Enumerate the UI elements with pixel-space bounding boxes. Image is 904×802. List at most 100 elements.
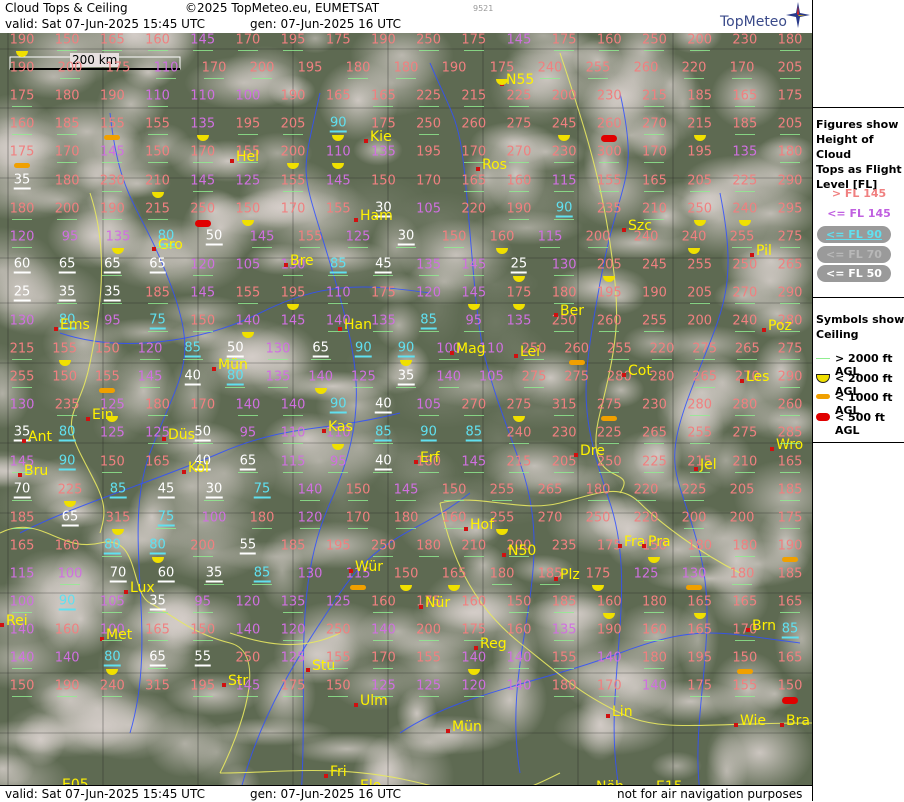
cloud-top-figure: 240: [732, 201, 758, 217]
city-marker: [450, 351, 454, 355]
ceiling-above-2000-symbol: [140, 387, 160, 389]
cloud-top-figure: 160: [506, 622, 532, 638]
ceiling-above-2000-symbol: [147, 218, 168, 220]
cloud-top-figure: 255: [489, 482, 515, 498]
cloud-top-figure: 75: [157, 509, 175, 527]
cloud-top-figure: 225: [506, 88, 532, 104]
city-marker: [54, 327, 58, 331]
city-label: Ber: [560, 303, 584, 319]
ceiling-above-2000-symbol: [102, 612, 123, 613]
ceiling-above-2000-symbol: [57, 696, 78, 698]
cloud-top-figure: 165: [145, 622, 170, 638]
cloud-top-figure: 275: [521, 369, 547, 385]
cloud-top-figure: 170: [190, 397, 216, 413]
cloud-top-figure: 160: [370, 594, 396, 610]
ceiling-above-2000-symbol: [237, 302, 258, 304]
cloud-top-figure: 140: [280, 397, 306, 413]
cloud-top-figure: 195: [687, 650, 713, 666]
cloud-top-figure: 245: [642, 257, 667, 273]
city-marker: [476, 167, 480, 171]
ceiling-below-1000-symbol: [736, 669, 753, 675]
cloud-top-figure: 170: [280, 201, 306, 217]
cloud-top-figure: 265: [537, 482, 563, 498]
cloud-top-figure: 165: [687, 622, 713, 638]
city-label: Bre: [290, 253, 314, 269]
cloud-top-figure: 185: [9, 510, 35, 526]
city-label: Nür: [425, 595, 451, 611]
cloud-top-figure: 240: [537, 60, 563, 76]
compass-star-icon: [786, 2, 810, 28]
cloud-top-figure: 275: [732, 425, 758, 441]
legend-entry: <= FL 90: [817, 226, 891, 243]
ceiling-above-2000-symbol: [283, 612, 304, 613]
city-label: Plz: [560, 567, 580, 583]
cloud-top-figure: 105: [235, 257, 261, 273]
city-label: Lux: [130, 580, 155, 596]
cloud-top-figure: 100: [57, 566, 83, 582]
satellite-map[interactable]: 200 km 190 150 165 160 145 170 195 175 190 250 175…: [0, 33, 812, 785]
ceiling-above-2000-symbol: [644, 162, 665, 164]
cloud-top-figure: 275: [777, 229, 803, 245]
cloud-top-figure: 95: [61, 229, 79, 245]
legend-symbol-label: < 500 ft AGL: [835, 410, 885, 437]
cloud-top-figure: 175: [9, 88, 35, 104]
ceiling-above-2000-symbol: [734, 134, 755, 136]
cloud-top-figure: 180: [393, 510, 419, 526]
cloud-top-figure: 265: [692, 369, 718, 385]
ceiling-above-2000-symbol: [540, 78, 560, 80]
city-marker: [618, 544, 622, 548]
cloud-top-figure: 115: [9, 566, 35, 582]
city-marker: [322, 429, 326, 433]
cloud-top-figure: 180: [9, 201, 35, 217]
ceiling-above-2000-symbol: [283, 134, 304, 136]
city-marker: [22, 439, 26, 443]
ceiling-above-2000-symbol: [689, 415, 710, 417]
cloud-top-figure: 65: [61, 509, 79, 527]
cloud-top-figure: 180: [642, 650, 667, 666]
topmeteo-logo: TopMeteo: [720, 14, 787, 30]
cloud-top-figure: 130: [551, 257, 577, 273]
ceiling-above-2000-symbol: [554, 302, 575, 304]
ceiling-above-2000-symbol: [780, 359, 800, 361]
ceiling-above-2000-symbol: [156, 78, 176, 80]
cloud-top-figure: 250: [687, 201, 713, 217]
cloud-top-figure: 180: [687, 538, 713, 554]
city-label: Elo: [360, 778, 381, 785]
ceiling-above-2000-symbol: [636, 499, 656, 501]
city-label: Lin: [612, 704, 633, 720]
cloud-top-figure: 135: [370, 313, 396, 329]
ceiling-above-2000-symbol: [268, 387, 288, 389]
cloud-top-figure: 185: [537, 566, 563, 582]
ceiling-above-2000-symbol: [57, 415, 78, 417]
cloud-top-figure: 170: [190, 144, 216, 160]
cloud-top-figure: 90: [58, 593, 76, 611]
ceiling-above-2000-symbol: [60, 583, 80, 585]
cloud-top-figure: 160: [145, 33, 170, 48]
cloud-top-figure: 160: [461, 594, 487, 610]
ceiling-above-2000-symbol: [780, 471, 800, 473]
cloud-top-figure: 255: [687, 425, 713, 441]
cloud-top-figure: 210: [642, 201, 667, 217]
ceiling-above-2000-symbol: [644, 443, 665, 445]
cloud-top-figure: 155: [416, 650, 441, 666]
city-marker: [740, 379, 744, 383]
ceiling-above-2000-symbol: [554, 274, 575, 276]
ceiling-below-1000-symbol: [782, 556, 798, 562]
cloud-top-figure: 200: [249, 60, 275, 76]
cloud-top-figure: 160: [9, 116, 35, 132]
ceiling-above-2000-symbol: [237, 415, 258, 417]
header-bar: Cloud Tops & Ceiling ©2025 TopMeteo.eu, …: [0, 0, 812, 33]
ceiling-above-2000-symbol: [780, 331, 800, 332]
cloud-top-figure: 150: [99, 454, 125, 469]
ceiling-above-2000-symbol: [102, 50, 123, 51]
cloud-top-figure: 270: [642, 116, 667, 132]
cloud-top-figure: 260: [777, 397, 803, 413]
ceiling-above-2000-symbol: [237, 50, 258, 51]
city-marker: [574, 453, 578, 457]
city-label: Reg: [480, 636, 507, 652]
ceiling-above-2000-symbol: [694, 387, 715, 389]
cloud-top-figure: 270: [537, 510, 563, 526]
ceiling-above-2000-symbol: [734, 555, 755, 557]
cloud-top-figure: 210: [145, 173, 170, 188]
cloud-top-figure: 200: [729, 510, 755, 526]
